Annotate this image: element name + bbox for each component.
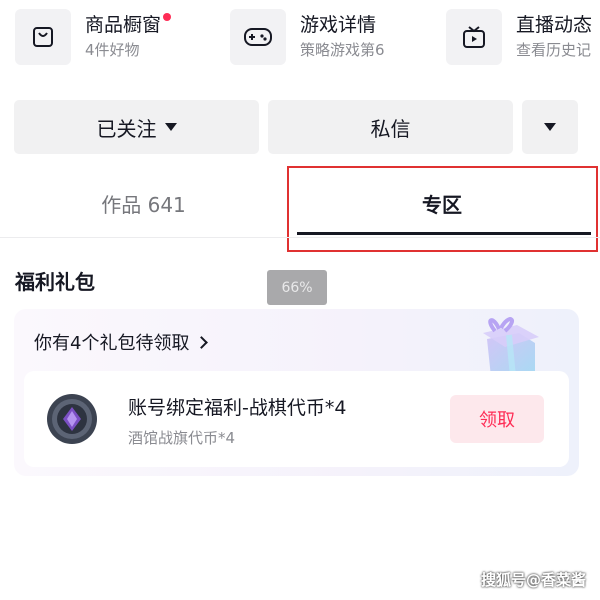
gamepad-icon (230, 9, 286, 65)
more-options-button[interactable] (522, 100, 578, 154)
gift-item-name: 账号绑定福利-战棋代币*4 (128, 397, 347, 419)
shortcut-title: 游戏详情 (300, 14, 377, 36)
gift-box-icon (483, 317, 539, 377)
shortcut-shop-window[interactable]: 商品橱窗 4件好物 (15, 0, 172, 74)
active-tab-indicator (297, 232, 591, 235)
divider (0, 237, 600, 238)
watermark: 搜狐号@香菜酱 (480, 571, 586, 589)
gift-pack-header-link[interactable]: 你有4个礼包待领取 (34, 329, 209, 355)
shortcut-title: 直播动态 (516, 14, 593, 36)
tv-icon (446, 9, 502, 65)
shortcut-title: 商品橱窗 (85, 14, 162, 36)
shortcut-subtitle: 策略游戏第6 (300, 41, 385, 59)
game-token-icon (47, 394, 97, 444)
notification-dot (163, 13, 172, 21)
shortcut-game-details[interactable]: 游戏详情 策略游戏第6 (230, 0, 385, 74)
gift-pack-card: 你有4个礼包待领取 账号绑定福利-战棋代币*4 酒馆战旗代币*4 领取 (14, 309, 579, 476)
zoom-indicator: 66% (267, 270, 327, 305)
chevron-right-icon (195, 335, 209, 349)
tab-works-label: 作品 641 (101, 192, 186, 217)
claim-button[interactable]: 领取 (450, 395, 544, 443)
message-label: 私信 (370, 116, 411, 141)
gift-pack-header: 你有4个礼包待领取 (34, 333, 190, 354)
followed-label: 已关注 (96, 116, 157, 141)
followed-button[interactable]: 已关注 (14, 100, 259, 154)
shortcut-subtitle: 4件好物 (85, 41, 140, 59)
tab-zone[interactable]: 专区 (287, 168, 597, 238)
shortcut-subtitle: 查看历史记 (516, 41, 592, 59)
shortcut-live-updates[interactable]: 直播动态 查看历史记 (446, 0, 592, 74)
caret-down-icon (544, 123, 556, 131)
tab-works[interactable]: 作品 641 (0, 168, 287, 238)
message-button[interactable]: 私信 (268, 100, 513, 154)
tab-zone-label: 专区 (422, 192, 462, 217)
claim-label: 领取 (479, 410, 515, 431)
section-title: 福利礼包 (15, 270, 95, 294)
gift-item-row: 账号绑定福利-战棋代币*4 酒馆战旗代币*4 领取 (24, 371, 569, 467)
caret-down-icon (164, 123, 177, 131)
gift-item-description: 酒馆战旗代币*4 (128, 429, 236, 447)
shopping-bag-icon (15, 9, 71, 65)
